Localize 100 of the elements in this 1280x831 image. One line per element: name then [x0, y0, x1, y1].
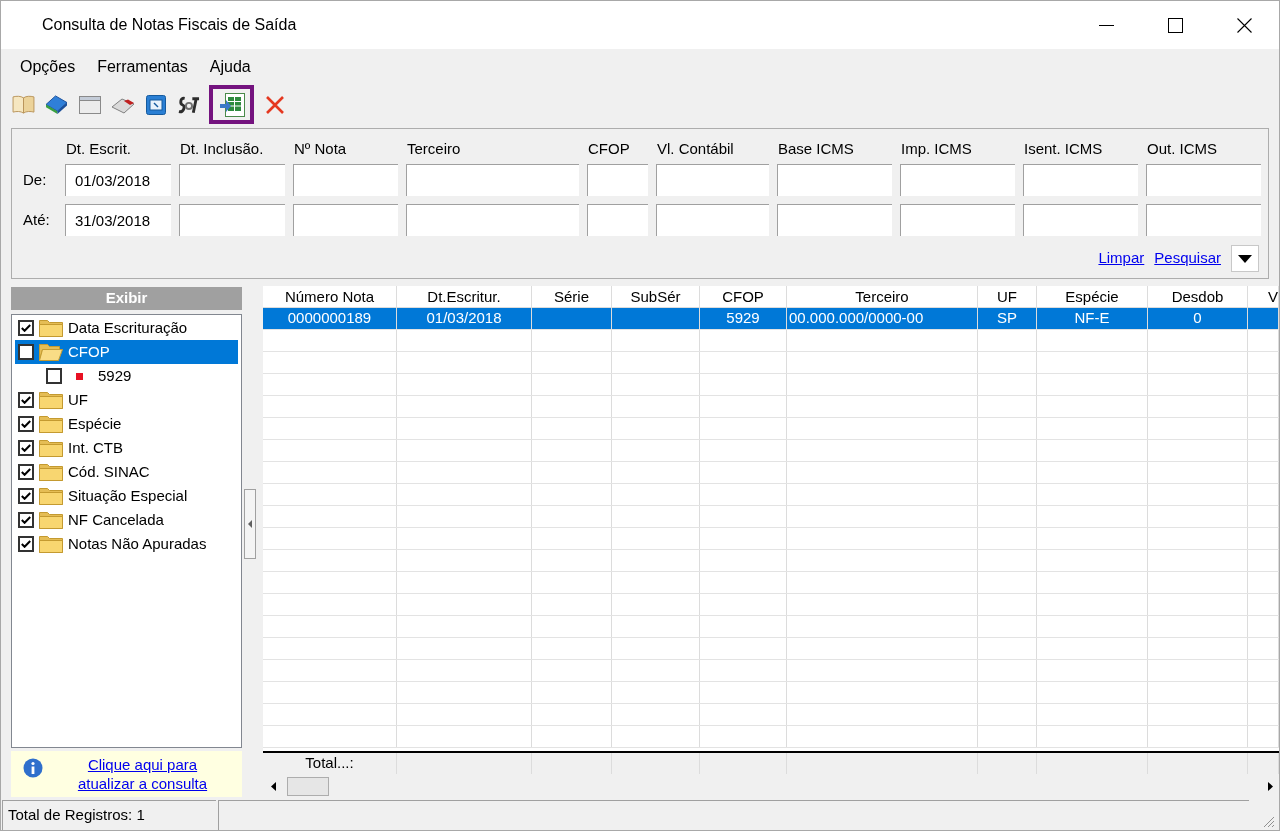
menu-item[interactable]: Ferramentas [88, 54, 197, 79]
tree-row[interactable]: Data Escrituração [15, 316, 238, 340]
scrollbar-thumb[interactable] [287, 777, 329, 796]
collapse-handle[interactable] [244, 489, 256, 559]
checkbox[interactable] [18, 416, 34, 432]
input-field[interactable] [406, 164, 579, 196]
text-link[interactable]: Pesquisar [1154, 247, 1221, 270]
tree-label: NF Cancelada [68, 509, 164, 530]
field-label: Nº Nota [293, 139, 348, 159]
triangle-right-icon [1267, 782, 1273, 791]
checkbox[interactable] [18, 392, 34, 408]
checkmark-icon [21, 468, 31, 476]
tree-label: Notas Não Apuradas [68, 533, 207, 554]
triangle-left-icon [248, 520, 252, 528]
text-link[interactable]: Limpar [1098, 247, 1145, 270]
tree-row[interactable]: CFOP [15, 340, 238, 364]
checkbox[interactable] [46, 368, 62, 384]
table-cell-text: 0000000189 [287, 308, 372, 329]
date-field[interactable]: 01/03/2018 [65, 164, 171, 196]
triangle-left-icon [270, 782, 276, 791]
checkbox[interactable] [18, 440, 34, 456]
input-field[interactable] [1023, 164, 1138, 196]
field-label: Out. ICMS [1146, 139, 1218, 159]
input-field[interactable] [656, 164, 769, 196]
row-label: De: [22, 169, 48, 190]
checkbox[interactable] [18, 464, 34, 480]
table-cell-text: 0 [1193, 308, 1202, 329]
column-header[interactable]: Desdob [1148, 286, 1248, 307]
tree-row[interactable]: NF Cancelada [15, 508, 238, 532]
table-row[interactable]: 0000000189 01/03/2018 5929 00.000.000/0000-00 SP NF-E 0 [263, 308, 1279, 330]
tree-row[interactable]: 5929 [15, 364, 238, 388]
tree-row[interactable]: Notas Não Apuradas [15, 532, 238, 556]
tree-label: Situação Especial [68, 485, 188, 506]
input-field[interactable] [900, 204, 1015, 236]
input-field[interactable] [587, 204, 648, 236]
cross-icon [264, 94, 285, 115]
tree-row[interactable]: Espécie [15, 412, 238, 436]
checkmark-icon [21, 492, 31, 500]
toolbar-button[interactable] [209, 85, 254, 124]
column-header[interactable]: UF [978, 286, 1037, 307]
column-header[interactable]: Espécie [1037, 286, 1148, 307]
resize-grip-icon [1263, 816, 1275, 828]
checkbox[interactable] [18, 536, 34, 552]
table-cell-text: 01/03/2018 [426, 308, 502, 329]
table-cell-text: 5929 [726, 308, 760, 329]
open-book-icon [12, 95, 35, 114]
checkbox[interactable] [18, 344, 34, 360]
tree-label: Int. CTB [68, 437, 123, 458]
column-header[interactable]: Série [532, 286, 612, 307]
checkmark-icon [21, 540, 31, 548]
tree-label: Cód. SINAC [68, 461, 150, 482]
tree-label: CFOP [68, 341, 110, 362]
input-field[interactable] [1146, 204, 1261, 236]
tree-label: UF [68, 389, 88, 410]
column-header[interactable]: CFOP [700, 286, 787, 307]
tree-label: Espécie [68, 413, 122, 434]
refresh-link[interactable]: Clique aqui para atualizar a consulta [67, 755, 218, 793]
column-header[interactable]: Dt.Escritur. [397, 286, 532, 307]
table-cell-text: SP [997, 308, 1017, 329]
column-header[interactable]: V [1248, 286, 1279, 307]
checkmark-icon [21, 444, 31, 452]
checkbox[interactable] [18, 320, 34, 336]
checkbox[interactable] [18, 488, 34, 504]
table-cell-text: NF-E [1074, 308, 1110, 329]
input-field[interactable] [406, 204, 579, 236]
window-icon [78, 95, 101, 114]
input-field[interactable] [1146, 164, 1261, 196]
caret-down-icon [1238, 254, 1252, 263]
input-field[interactable] [179, 164, 285, 196]
menu-item[interactable]: Ajuda [200, 54, 260, 79]
date-field[interactable]: 31/03/2018 [65, 204, 171, 236]
input-field[interactable] [777, 204, 892, 236]
input-field[interactable] [587, 164, 648, 196]
tree-row[interactable]: Cód. SINAC [15, 460, 238, 484]
input-field[interactable] [900, 164, 1015, 196]
column-header[interactable]: Terceiro [787, 286, 978, 307]
dropdown-button[interactable] [1231, 245, 1259, 272]
input-field[interactable] [293, 164, 398, 196]
menu-item[interactable]: Opções [11, 54, 85, 79]
checkbox[interactable] [18, 512, 34, 528]
column-header[interactable]: SubSér [612, 286, 700, 307]
tree-row[interactable]: Situação Especial [15, 484, 238, 508]
dialog-icon [145, 94, 166, 115]
close-icon [1237, 17, 1252, 33]
input-field[interactable] [777, 164, 892, 196]
closed-book-icon [45, 94, 68, 115]
input-field[interactable] [179, 204, 285, 236]
field-label: Dt. Inclusão. [179, 139, 265, 159]
tree-row[interactable]: UF [15, 388, 238, 412]
tree-row[interactable]: Int. CTB [15, 436, 238, 460]
input-field[interactable] [656, 204, 769, 236]
column-header[interactable]: Número Nota [263, 286, 397, 307]
total-label: Total...: [305, 753, 354, 774]
field-label: Imp. ICMS [900, 139, 973, 159]
field-label: Vl. Contábil [656, 139, 735, 159]
spreadsheet-arrow-icon [218, 92, 245, 117]
table-cell-text: 00.000.000/0000-00 [789, 308, 924, 329]
input-field[interactable] [1023, 204, 1138, 236]
input-field[interactable] [293, 204, 398, 236]
panel-header: Exibir [11, 287, 242, 310]
